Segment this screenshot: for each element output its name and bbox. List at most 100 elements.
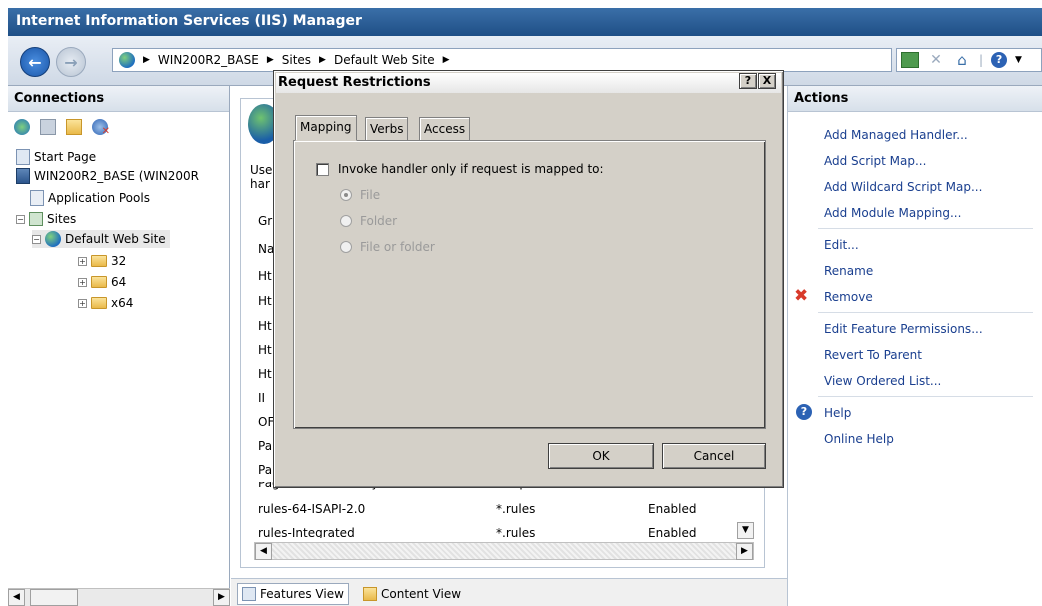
tab-features-view[interactable]: Features View: [237, 583, 349, 605]
tree-item-folder-x64[interactable]: + x64: [78, 294, 133, 312]
action-online-help[interactable]: Online Help: [824, 432, 894, 446]
tab-verbs[interactable]: Verbs: [365, 117, 409, 141]
tab-content-view[interactable]: Content View: [359, 583, 465, 605]
breadcrumb-arrow-icon: ▶: [319, 55, 326, 65]
table-row[interactable]: OF: [258, 415, 274, 429]
name-column-header[interactable]: Na: [258, 242, 274, 256]
home-icon[interactable]: ⌂: [953, 52, 971, 68]
row-state: Enabled: [648, 502, 697, 516]
collapse-icon[interactable]: −: [32, 234, 41, 244]
scroll-left-arrow-icon[interactable]: ◀: [255, 543, 272, 560]
disconnect-icon[interactable]: ✕: [92, 119, 110, 137]
action-help[interactable]: Help: [824, 406, 851, 420]
tree-item-label: Sites: [47, 212, 77, 226]
table-row[interactable]: Ht: [258, 343, 272, 357]
help-icon[interactable]: ?: [991, 52, 1008, 68]
table-row[interactable]: Pa: [258, 463, 272, 477]
tree-item-application-pools[interactable]: Application Pools: [30, 189, 150, 207]
breadcrumb-site[interactable]: Default Web Site: [334, 53, 435, 67]
row-name[interactable]: rules-64-ISAPI-2.0: [258, 502, 365, 516]
actions-divider: [818, 312, 1033, 313]
folder-icon: [91, 255, 107, 267]
table-horizontal-scrollbar[interactable]: ◀ ▶: [254, 542, 754, 560]
action-revert-to-parent[interactable]: Revert To Parent: [824, 348, 922, 362]
dialog-title: Request Restrictions: [278, 75, 431, 90]
tree-item-label: Default Web Site: [65, 232, 166, 246]
dialog-help-button[interactable]: ?: [739, 73, 757, 89]
table-row-clipped: rules-Integrated *.rules Enabled: [256, 524, 737, 538]
breadcrumb-server[interactable]: WIN200R2_BASE: [158, 53, 259, 67]
table-row[interactable]: Ht: [258, 367, 272, 381]
connections-horizontal-scrollbar[interactable]: ◀ ▶: [8, 588, 230, 606]
tab-mapping[interactable]: Mapping: [295, 115, 357, 141]
connections-header: Connections: [8, 86, 229, 112]
scroll-down-arrow-icon[interactable]: ▼: [737, 522, 754, 539]
dropdown-arrow-icon[interactable]: ▼: [1015, 55, 1022, 65]
tree-item-server[interactable]: WIN200R2_BASE (WIN200R: [16, 167, 199, 185]
save-icon[interactable]: [40, 119, 56, 135]
scroll-right-arrow-icon[interactable]: ▶: [736, 543, 753, 560]
forward-button[interactable]: →: [56, 47, 86, 77]
table-row[interactable]: II: [258, 391, 265, 405]
cancel-button[interactable]: Cancel: [662, 443, 766, 469]
table-row[interactable]: Pa: [258, 439, 272, 453]
radio-file[interactable]: [340, 189, 352, 201]
tree-item-folder-32[interactable]: + 32: [78, 252, 126, 270]
help-icon: ?: [796, 404, 812, 420]
table-row[interactable]: Ht: [258, 319, 272, 333]
scroll-thumb[interactable]: [30, 589, 78, 606]
action-add-managed-handler[interactable]: Add Managed Handler...: [824, 128, 968, 142]
tree-item-default-web-site[interactable]: − Default Web Site: [32, 230, 170, 248]
folder-icon: [91, 276, 107, 288]
radio-folder[interactable]: [340, 215, 352, 227]
dialog-close-button[interactable]: X: [758, 73, 776, 89]
ok-button[interactable]: OK: [548, 443, 654, 469]
radio-file-or-folder-label: File or folder: [360, 240, 435, 254]
action-edit[interactable]: Edit...: [824, 238, 859, 252]
table-row[interactable]: Ht: [258, 294, 272, 308]
action-add-wildcard-script-map[interactable]: Add Wildcard Script Map...: [824, 180, 982, 194]
breadcrumb-arrow-icon: ▶: [266, 55, 274, 65]
tree-item-label: 64: [111, 275, 127, 289]
action-rename[interactable]: Rename: [824, 264, 873, 278]
action-remove[interactable]: Remove: [824, 290, 873, 304]
tree-item-label: Start Page: [34, 150, 97, 164]
action-add-module-mapping[interactable]: Add Module Mapping...: [824, 206, 961, 220]
scroll-left-arrow-icon[interactable]: ◀: [8, 589, 25, 606]
action-view-ordered-list[interactable]: View Ordered List...: [824, 374, 941, 388]
view-switcher: Features View Content View: [231, 578, 787, 606]
back-button[interactable]: ←: [20, 47, 50, 77]
tree-item-label: x64: [111, 296, 134, 310]
action-edit-feature-permissions[interactable]: Edit Feature Permissions...: [824, 322, 983, 336]
expand-icon[interactable]: +: [78, 298, 87, 308]
connections-toolbar: ✕: [8, 112, 229, 142]
radio-file-or-folder[interactable]: [340, 241, 352, 253]
refresh-icon[interactable]: [901, 52, 919, 68]
application-pools-icon: [30, 190, 44, 206]
table-row[interactable]: Ht: [258, 269, 272, 283]
radio-folder-label: Folder: [360, 214, 398, 228]
tree-item-folder-64[interactable]: + 64: [78, 273, 126, 291]
tree-item-sites[interactable]: − Sites: [16, 210, 76, 228]
action-add-script-map[interactable]: Add Script Map...: [824, 154, 926, 168]
connect-icon[interactable]: [14, 119, 30, 135]
collapse-icon[interactable]: −: [16, 214, 25, 224]
tab-access[interactable]: Access: [419, 117, 471, 141]
actions-panel: Actions Add Managed Handler... Add Scrip…: [787, 86, 1042, 606]
open-folder-icon[interactable]: [66, 119, 82, 135]
address-bar[interactable]: ▶ WIN200R2_BASE ▶ Sites ▶ Default Web Si…: [112, 48, 892, 72]
tree-item-label: WIN200R2_BASE (WIN200R: [34, 169, 200, 183]
breadcrumb-sites[interactable]: Sites: [282, 53, 311, 67]
table-vertical-scrollbar[interactable]: ▼: [737, 520, 755, 544]
dialog-title-bar[interactable]: Request Restrictions: [276, 73, 781, 93]
invoke-handler-checkbox[interactable]: [316, 163, 329, 176]
tree-item-start-page[interactable]: Start Page: [16, 148, 96, 166]
globe-icon: [119, 52, 135, 68]
actions-divider: [818, 396, 1033, 397]
expand-icon[interactable]: +: [78, 256, 87, 266]
expand-icon[interactable]: +: [78, 277, 87, 287]
scroll-right-arrow-icon[interactable]: ▶: [213, 589, 230, 606]
stop-icon[interactable]: ✕: [927, 52, 945, 68]
toolbar-separator: |: [979, 53, 984, 67]
row-name[interactable]: rules-Integrated: [258, 526, 355, 538]
